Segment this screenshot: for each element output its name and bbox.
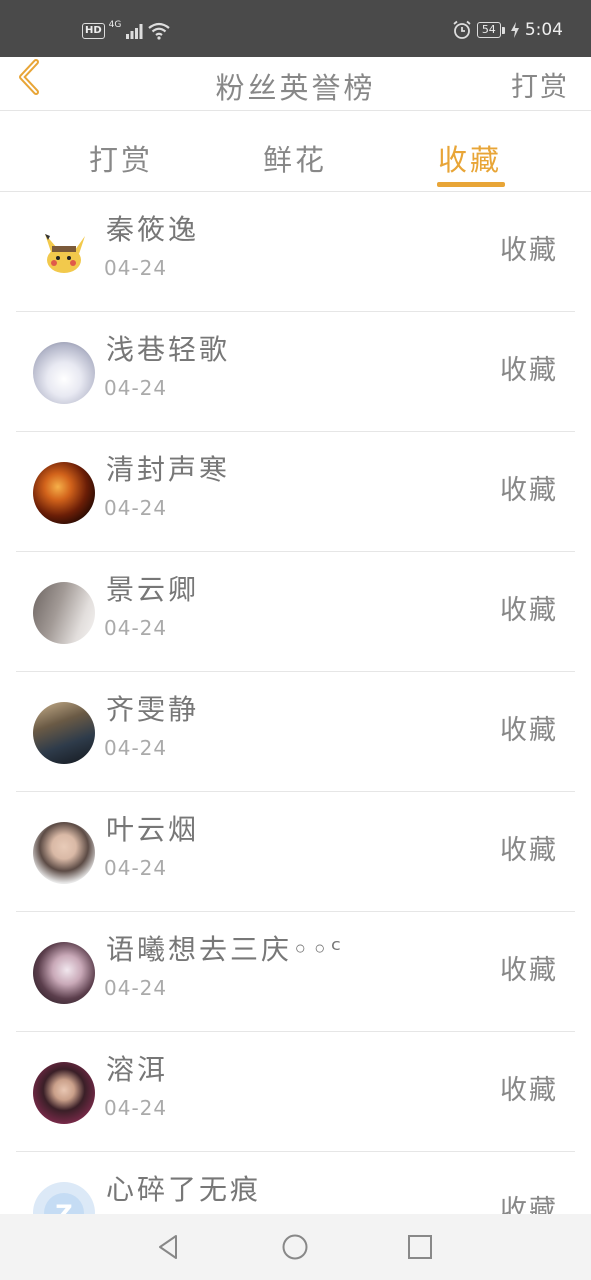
signal-icon: [126, 24, 143, 39]
list-item[interactable]: 齐雯静 04-24 收藏: [16, 672, 575, 792]
date-label: 04-24: [104, 856, 168, 880]
date-label: 04-24: [104, 1096, 168, 1120]
battery-indicator: 54: [476, 22, 505, 38]
user-name: 心碎了无痕: [106, 1173, 262, 1206]
pikachu-avatar-image: [45, 234, 85, 273]
status-left: HD 4G: [82, 20, 171, 40]
avatar: [33, 1062, 95, 1124]
tab-favorites[interactable]: 收藏: [438, 137, 502, 179]
list-item[interactable]: 清封声寒 04-24 收藏: [16, 432, 575, 552]
tab-reward[interactable]: 打赏: [89, 137, 153, 179]
list-item[interactable]: 秦筱逸 04-24 收藏: [16, 192, 575, 312]
recents-square-icon[interactable]: [405, 1232, 435, 1262]
avatar: [33, 942, 95, 1004]
action-label: 收藏: [500, 595, 558, 626]
hd-badge: HD: [82, 23, 105, 39]
action-label: 收藏: [500, 475, 558, 506]
status-right: 54 5:04: [452, 20, 563, 40]
avatar: [33, 222, 95, 284]
tab-flowers[interactable]: 鲜花: [263, 137, 327, 179]
list-item[interactable]: 景云卿 04-24 收藏: [16, 552, 575, 672]
header-bar: 粉丝英誉榜 打赏: [0, 57, 591, 111]
alarm-icon: [453, 20, 471, 39]
date-label: 04-24: [104, 616, 168, 640]
action-label: 收藏: [500, 715, 558, 746]
avatar: [33, 822, 95, 884]
user-name: 浅巷轻歌: [106, 333, 231, 366]
network-type: 4G: [108, 20, 122, 30]
avatar: [33, 462, 95, 524]
avatar: [33, 342, 95, 404]
list-item[interactable]: 浅巷轻歌 04-24 收藏: [16, 312, 575, 432]
wifi-icon: [148, 22, 171, 40]
date-label: 04-24: [104, 496, 168, 520]
tab-bar: 打赏 鲜花 收藏: [0, 111, 591, 192]
user-name: 景云卿: [106, 573, 200, 606]
user-name: 溶洱: [106, 1053, 169, 1086]
charging-icon: [510, 22, 519, 38]
avatar: [33, 582, 95, 644]
list-item[interactable]: 叶云烟 04-24 收藏: [16, 792, 575, 912]
user-name: 齐雯静: [106, 693, 200, 726]
action-label: 收藏: [500, 355, 558, 386]
list-item[interactable]: 溶洱 04-24 收藏: [16, 1032, 575, 1152]
action-label: 收藏: [500, 835, 558, 866]
user-name: 叶云烟: [106, 813, 200, 846]
action-label: 收藏: [500, 1075, 558, 1106]
home-circle-icon[interactable]: [280, 1232, 310, 1262]
action-label: 收藏: [500, 955, 558, 986]
reward-header-button[interactable]: 打赏: [511, 65, 569, 104]
user-name: 语曦想去三庆◦◦ᶜ: [106, 933, 345, 966]
avatar: [33, 702, 95, 764]
clock: 5:04: [524, 20, 563, 40]
date-label: 04-24: [104, 256, 168, 280]
back-triangle-icon[interactable]: [154, 1232, 184, 1262]
user-name: 秦筱逸: [106, 213, 200, 246]
user-name: 清封声寒: [106, 453, 231, 486]
system-nav-bar: [0, 1214, 591, 1280]
fan-list: 秦筱逸 04-24 收藏 浅巷轻歌 04-24 收藏 清封声寒 04-24 收藏…: [0, 192, 591, 1271]
page-title: 粉丝英誉榜: [215, 71, 376, 105]
action-label: 收藏: [500, 235, 558, 266]
date-label: 04-24: [104, 376, 168, 400]
date-label: 04-24: [104, 976, 168, 1000]
status-bar: HD 4G 54 5:04: [0, 0, 591, 57]
list-item[interactable]: 语曦想去三庆◦◦ᶜ 04-24 收藏: [16, 912, 575, 1032]
date-label: 04-24: [104, 736, 168, 760]
active-tab-indicator: [437, 182, 505, 187]
